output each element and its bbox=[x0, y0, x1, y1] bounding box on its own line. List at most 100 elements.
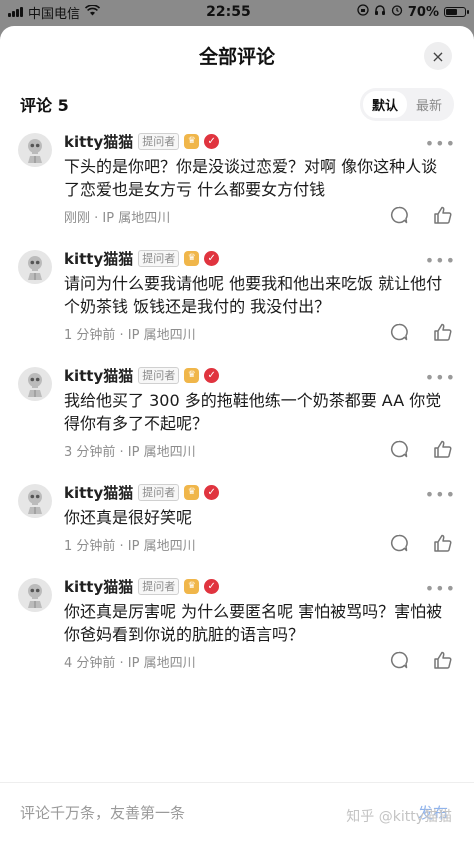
asker-badge: 提问者 bbox=[138, 249, 180, 267]
comment-actions bbox=[388, 204, 454, 226]
comment-actions bbox=[388, 532, 454, 554]
comment-footer: 3 分钟前 · IP 属地四川 bbox=[64, 437, 454, 463]
avatar[interactable] bbox=[18, 484, 52, 518]
skull-avatar-icon bbox=[28, 139, 42, 163]
comment-item: kitty猫猫 提问者 ♛ ✓ ••• 下头的是你吧？你是没谈过恋爱？对啊 像你… bbox=[0, 130, 474, 229]
clock: 22:55 bbox=[206, 4, 251, 20]
comment-text: 下头的是你吧？你是没谈过恋爱？对啊 像你这种人谈了恋爱也是女方亏 什么都要女方付… bbox=[64, 157, 438, 199]
comment-count-row: 评论 5 默认 最新 bbox=[0, 87, 474, 121]
comment-time-ip: 1 分钟前 · IP 属地四川 bbox=[64, 538, 196, 554]
comment-input-bar: 评论千万条，友善第一条 发布 知乎 @kitty猫猫 bbox=[0, 782, 474, 842]
asker-badge: 提问者 bbox=[138, 483, 180, 501]
close-icon: × bbox=[431, 46, 445, 66]
username[interactable]: kitty猫猫 bbox=[64, 365, 133, 386]
comment-text: 你还真是厉害呢 为什么要匿名呢 害怕被骂吗？害怕被你爸妈看到你说的肮脏的语言吗？ bbox=[64, 602, 443, 644]
comment-meta: kitty猫猫 提问者 ♛ ✓ bbox=[64, 575, 454, 597]
comment-text: 请问为什么要我请他呢 他要我和他出来吃饭 就让他付个奶茶钱 饭钱还是我付的 我没… bbox=[64, 274, 443, 316]
sort-default-tab[interactable]: 默认 bbox=[362, 90, 407, 118]
reply-icon[interactable] bbox=[388, 649, 410, 671]
comment-meta: kitty猫猫 提问者 ♛ ✓ bbox=[64, 130, 454, 152]
comment-footer: 1 分钟前 · IP 属地四川 bbox=[64, 531, 454, 557]
comment-actions bbox=[388, 649, 454, 671]
more-options-icon[interactable]: ••• bbox=[425, 579, 456, 598]
skull-avatar-icon bbox=[28, 256, 42, 280]
status-right: 70% bbox=[357, 4, 469, 20]
comment-footer: 1 分钟前 · IP 属地四川 bbox=[64, 320, 454, 346]
verified-icon: ✓ bbox=[204, 250, 220, 266]
comment-footer: 4 分钟前 · IP 属地四川 bbox=[64, 648, 454, 674]
avatar[interactable] bbox=[18, 578, 52, 612]
status-bar: 中国电信 22:55 70% bbox=[0, 0, 474, 24]
verified-icon: ✓ bbox=[204, 578, 220, 594]
comments-sheet: 全部评论 × 评论 5 默认 最新 kitty猫猫 提问者 ♛ ✓ ••• 下头… bbox=[0, 26, 474, 842]
skull-avatar-icon bbox=[28, 490, 42, 514]
username[interactable]: kitty猫猫 bbox=[64, 482, 133, 503]
comment-actions bbox=[388, 321, 454, 343]
like-icon[interactable] bbox=[432, 204, 454, 226]
signal-icon bbox=[8, 7, 23, 17]
comment-text: 我给他买了 300 多的拖鞋他练一个奶茶都要 AA 你觉得你有多了不起呢？ bbox=[64, 391, 442, 433]
sheet-header: 全部评论 × bbox=[0, 26, 474, 84]
wifi-icon bbox=[84, 3, 101, 20]
comment-footer: 刚刚 · IP 属地四川 bbox=[64, 203, 454, 229]
alarm-icon bbox=[391, 4, 403, 20]
comment-meta: kitty猫猫 提问者 ♛ ✓ bbox=[64, 364, 454, 386]
sort-toggle: 默认 最新 bbox=[359, 87, 454, 121]
like-icon[interactable] bbox=[432, 532, 454, 554]
verified-icon: ✓ bbox=[204, 133, 220, 149]
more-options-icon[interactable]: ••• bbox=[425, 485, 456, 504]
more-options-icon[interactable]: ••• bbox=[425, 134, 456, 153]
avatar[interactable] bbox=[18, 250, 52, 284]
crown-icon: ♛ bbox=[184, 367, 200, 383]
battery-percent: 70% bbox=[407, 4, 439, 20]
sort-latest-tab[interactable]: 最新 bbox=[407, 91, 451, 118]
crown-icon: ♛ bbox=[184, 133, 200, 149]
comment-meta: kitty猫猫 提问者 ♛ ✓ bbox=[64, 481, 454, 503]
comment-item: kitty猫猫 提问者 ♛ ✓ ••• 你还真是很好笑呢 1 分钟前 · IP … bbox=[0, 481, 474, 557]
carrier-label: 中国电信 bbox=[28, 6, 81, 22]
comment-item: kitty猫猫 提问者 ♛ ✓ ••• 我给他买了 300 多的拖鞋他练一个奶茶… bbox=[0, 364, 474, 463]
comment-time-ip: 1 分钟前 · IP 属地四川 bbox=[64, 327, 196, 343]
battery-icon bbox=[444, 7, 469, 17]
username[interactable]: kitty猫猫 bbox=[64, 131, 133, 152]
crown-icon: ♛ bbox=[184, 578, 200, 594]
reply-icon[interactable] bbox=[388, 438, 410, 460]
asker-badge: 提问者 bbox=[138, 132, 180, 150]
avatar[interactable] bbox=[18, 367, 52, 401]
more-options-icon[interactable]: ••• bbox=[425, 251, 456, 270]
username[interactable]: kitty猫猫 bbox=[64, 248, 133, 269]
skull-avatar-icon bbox=[28, 373, 42, 397]
crown-icon: ♛ bbox=[184, 484, 200, 500]
reply-icon[interactable] bbox=[388, 204, 410, 226]
username[interactable]: kitty猫猫 bbox=[64, 576, 133, 597]
reply-icon[interactable] bbox=[388, 321, 410, 343]
skull-avatar-icon bbox=[28, 584, 42, 608]
watermark: 知乎 @kitty猫猫 bbox=[346, 809, 452, 825]
verified-icon: ✓ bbox=[204, 367, 220, 383]
like-icon[interactable] bbox=[432, 438, 454, 460]
asker-badge: 提问者 bbox=[138, 366, 180, 384]
more-options-icon[interactable]: ••• bbox=[425, 368, 456, 387]
reply-icon[interactable] bbox=[388, 532, 410, 554]
crown-icon: ♛ bbox=[184, 250, 200, 266]
comment-time-ip: 4 分钟前 · IP 属地四川 bbox=[64, 655, 196, 671]
comment-count: 评论 5 bbox=[20, 96, 69, 115]
like-icon[interactable] bbox=[432, 649, 454, 671]
comment-meta: kitty猫猫 提问者 ♛ ✓ bbox=[64, 247, 454, 269]
comment-time-ip: 刚刚 · IP 属地四川 bbox=[64, 210, 171, 226]
like-icon[interactable] bbox=[432, 321, 454, 343]
status-left: 中国电信 bbox=[8, 3, 101, 22]
headphones-icon bbox=[374, 4, 386, 20]
asker-badge: 提问者 bbox=[138, 577, 180, 595]
comment-item: kitty猫猫 提问者 ♛ ✓ ••• 请问为什么要我请他呢 他要我和他出来吃饭… bbox=[0, 247, 474, 346]
avatar[interactable] bbox=[18, 133, 52, 167]
verified-icon: ✓ bbox=[204, 484, 220, 500]
close-button[interactable]: × bbox=[424, 42, 452, 70]
comment-time-ip: 3 分钟前 · IP 属地四川 bbox=[64, 444, 196, 460]
comment-list: kitty猫猫 提问者 ♛ ✓ ••• 下头的是你吧？你是没谈过恋爱？对啊 像你… bbox=[0, 130, 474, 674]
comment-item: kitty猫猫 提问者 ♛ ✓ ••• 你还真是厉害呢 为什么要匿名呢 害怕被骂… bbox=[0, 575, 474, 674]
comment-text: 你还真是很好笑呢 bbox=[64, 508, 193, 527]
comment-actions bbox=[388, 438, 454, 460]
orientation-lock-icon bbox=[357, 4, 369, 20]
sheet-title: 全部评论 bbox=[198, 45, 275, 68]
